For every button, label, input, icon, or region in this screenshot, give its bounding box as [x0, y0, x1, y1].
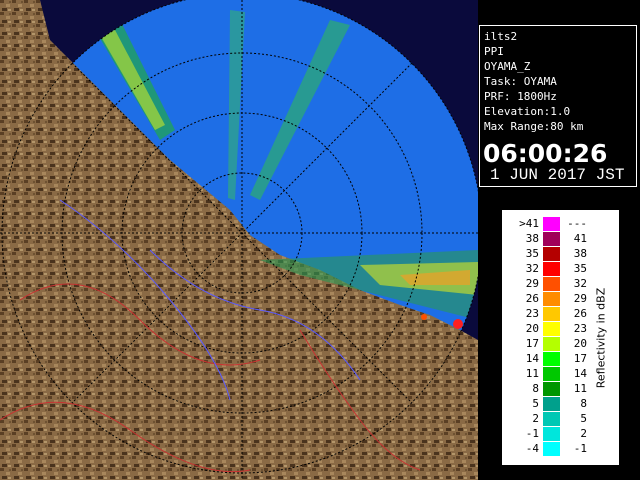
legend-row: 32 35: [503, 261, 603, 276]
legend-color-swatch: [543, 217, 560, 231]
product-name: OYAMA_Z: [484, 60, 531, 73]
prf-value: PRF: 1800Hz: [484, 90, 557, 103]
legend-high-value: 17: [573, 352, 587, 365]
legend-color-swatch: [543, 382, 560, 396]
legend-color-swatch: [543, 442, 560, 456]
legend-low-value: 29: [525, 277, 539, 290]
legend-color-swatch: [543, 307, 560, 321]
legend-row: >41 ---: [503, 216, 603, 231]
legend-low-value: 23: [525, 307, 539, 320]
scan-mode: PPI: [484, 45, 504, 58]
radar-ppi-map[interactable]: [0, 0, 478, 480]
legend-low-value: -1: [525, 427, 539, 440]
legend-row: 25: [503, 411, 603, 426]
legend-low-value: 38: [525, 232, 539, 245]
legend-high-value: 38: [573, 247, 587, 260]
legend-high-value: 14: [573, 367, 587, 380]
legend-high-value: 11: [573, 382, 587, 395]
legend-high-value: ---: [567, 217, 587, 230]
legend-low-value: 8: [532, 382, 539, 395]
legend-low-value: 32: [525, 262, 539, 275]
legend-color-swatch: [543, 397, 560, 411]
max-range-value: Max Range:80 km: [484, 120, 584, 133]
station-name: ilts2: [484, 30, 518, 43]
legend-row: -1 2: [503, 426, 603, 441]
legend-high-value: 2: [580, 427, 587, 440]
legend-color-swatch: [543, 262, 560, 276]
legend-color-swatch: [543, 352, 560, 366]
legend-low-value: 5: [532, 397, 539, 410]
legend-row: 38 41: [503, 231, 603, 246]
legend-title: Reflectivity in dBZ: [594, 287, 608, 389]
scan-date: 1 JUN 2017 JST: [490, 166, 625, 184]
legend-high-value: 23: [573, 322, 587, 335]
legend-row: -4 -1: [503, 441, 603, 456]
elevation-value: Elevation:1.0: [484, 105, 571, 118]
legend-color-swatch: [543, 367, 560, 381]
legend-row: 23 26: [503, 306, 603, 321]
legend-high-value: 32: [573, 277, 587, 290]
legend-color-swatch: [543, 277, 560, 291]
legend-row: 20 23: [503, 321, 603, 336]
legend-high-value: 5: [580, 412, 587, 425]
legend-row: 14 17: [503, 351, 603, 366]
legend-color-swatch: [543, 232, 560, 246]
legend-color-swatch: [543, 427, 560, 441]
legend-high-value: 26: [573, 307, 587, 320]
legend-low-value: 11: [525, 367, 539, 380]
legend-high-value: 41: [573, 232, 587, 245]
legend-high-value: 20: [573, 337, 587, 350]
radar-info-panel: ilts2 PPI OYAMA_Z Task: OYAMA PRF: 1800H…: [479, 25, 637, 187]
legend-high-value: 35: [573, 262, 587, 275]
legend-row: 8 11: [503, 381, 603, 396]
legend-low-value: 20: [525, 322, 539, 335]
legend-row: 26 29: [503, 291, 603, 306]
legend-low-value: 2: [532, 412, 539, 425]
reflectivity-legend: >41 --- 38 41 35 38 32 35 29 32 26 29 23 26 20 23 17 20 14…: [502, 210, 619, 465]
legend-color-swatch: [543, 412, 560, 426]
legend-low-value: -4: [525, 442, 539, 455]
legend-low-value: 14: [525, 352, 539, 365]
legend-low-value: 26: [525, 292, 539, 305]
legend-high-value: -1: [573, 442, 587, 455]
scan-time: 06:00:26: [483, 139, 608, 168]
legend-low-value: 17: [525, 337, 539, 350]
legend-row: 29 32: [503, 276, 603, 291]
legend-low-value: >41: [519, 217, 539, 230]
legend-low-value: 35: [525, 247, 539, 260]
task-name: Task: OYAMA: [484, 75, 557, 88]
legend-color-swatch: [543, 247, 560, 261]
legend-color-swatch: [543, 322, 560, 336]
legend-high-value: 8: [580, 397, 587, 410]
legend-row: 58: [503, 396, 603, 411]
legend-high-value: 29: [573, 292, 587, 305]
legend-color-swatch: [543, 337, 560, 351]
legend-row: 35 38: [503, 246, 603, 261]
legend-row: 17 20: [503, 336, 603, 351]
legend-color-swatch: [543, 292, 560, 306]
legend-row: 11 14: [503, 366, 603, 381]
